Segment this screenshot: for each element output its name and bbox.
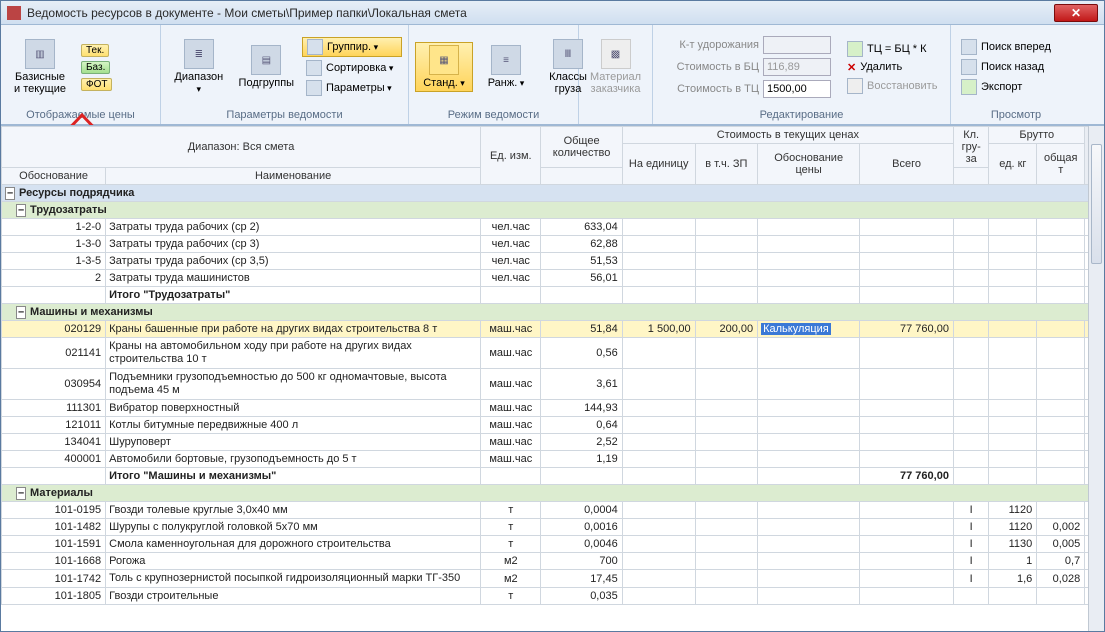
hdr-klg[interactable]: Кл. гру-за (953, 127, 988, 168)
table-row[interactable]: −Материалы (2, 485, 1104, 502)
std-mode-button[interactable]: ▦Станд. (415, 42, 473, 92)
app-icon (7, 6, 21, 20)
hdr-just[interactable]: Обоснование (2, 168, 106, 185)
table-row[interactable]: 020129Краны башенные при работе на други… (2, 321, 1104, 338)
prices-baz-button[interactable]: Баз. (77, 60, 117, 75)
cost-tc-input[interactable] (763, 80, 831, 98)
table-row[interactable]: 2Затраты труда машинистовчел.час56,01 (2, 270, 1104, 287)
table-row[interactable]: Итого "Машины и механизмы"77 760,00 (2, 468, 1104, 485)
group-label-edit: Редактирование (659, 107, 944, 124)
kfield: К-т удорожания (659, 36, 831, 54)
k-mult-input[interactable] (763, 36, 831, 54)
customer-material-button[interactable]: ▩Материал заказчика (585, 36, 646, 98)
prices-basis-current-button[interactable]: ▥Базисные и текущие (7, 36, 73, 98)
table-row[interactable]: 1-3-0Затраты труда рабочих (ср 3)чел.час… (2, 236, 1104, 253)
range-button[interactable]: ≣Диапазон (167, 36, 231, 98)
delete-button[interactable]: ✕Удалить (843, 60, 941, 75)
table-row[interactable]: 101-1482Шурупы с полукруглой головкой 5х… (2, 519, 1104, 536)
restore-button[interactable]: Восстановить (843, 77, 941, 95)
window-title: Ведомость ресурсов в документе - Мои сме… (27, 6, 467, 20)
table-row[interactable]: 1-2-0Затраты труда рабочих (ср 2)чел.час… (2, 219, 1104, 236)
table-row[interactable]: 134041Шуруповертмаш.час2,52 (2, 434, 1104, 451)
group-label-mode: Режим ведомости (415, 107, 572, 124)
hdr-total[interactable]: Всего (860, 144, 954, 185)
table-row[interactable]: 400001Автомобили бортовые, грузоподъемно… (2, 451, 1104, 468)
data-grid[interactable]: Диапазон: Вся смета Ед. изм. Общее колич… (1, 125, 1104, 631)
table-row[interactable]: −Машины и механизмы (2, 304, 1104, 321)
group-label-params: Параметры ведомости (167, 107, 402, 124)
table-row[interactable]: 021141Краны на автомобильном ходу при ра… (2, 338, 1104, 369)
hdr-brutto: Брутто (989, 127, 1085, 144)
table-row[interactable]: −Ресурсы подрядчика (2, 185, 1104, 202)
table-row[interactable]: 101-0195Гвозди толевые круглые 3,0х40 мм… (2, 502, 1104, 519)
groupby-button[interactable]: Группир. (302, 37, 402, 57)
group-label-prices: Отображаемые цены (7, 107, 154, 124)
table-row[interactable]: −Трудозатраты (2, 202, 1104, 219)
hdr-zp[interactable]: в т.ч. ЗП (695, 144, 757, 185)
prices-tek-button[interactable]: Тек. (77, 43, 117, 58)
subgroups-button[interactable]: ▤Подгруппы (235, 42, 298, 92)
group-label-view: Просмотр (957, 107, 1075, 124)
hdr-okg[interactable]: общая т (1037, 144, 1085, 185)
prices-fot-button[interactable]: ФОТ (77, 77, 117, 92)
hdr-ekg[interactable]: ед. кг (989, 144, 1037, 185)
hdr-unitprice[interactable]: На единицу (622, 144, 695, 185)
table-row[interactable]: 101-1668Рогожам2700I10,7 (2, 553, 1104, 570)
search-back-button[interactable]: Поиск назад (957, 58, 1055, 76)
table-row[interactable]: 111301Вибратор поверхностныймаш.час144,9… (2, 400, 1104, 417)
hdr-range: Диапазон: Вся смета (2, 127, 481, 168)
params-button[interactable]: Параметры (302, 79, 402, 97)
ribbon: ▥Базисные и текущие Тек. Баз. ФОТ Отобра… (1, 25, 1104, 125)
table-row[interactable]: 1-3-5Затраты труда рабочих (ср 3,5)чел.ч… (2, 253, 1104, 270)
table-row[interactable]: 101-1805Гвозди строительныет0,035 (2, 588, 1104, 605)
table-row[interactable]: 101-1591Смола каменноугольная для дорожн… (2, 536, 1104, 553)
hdr-basis[interactable]: Обоснование цены (758, 144, 860, 185)
table-row[interactable]: 030954Подъемники грузоподъемностью до 50… (2, 369, 1104, 400)
hdr-name[interactable]: Наименование (106, 168, 481, 185)
hdr-tekprices: Стоимость в текущих ценах (622, 127, 953, 144)
range-mode-button[interactable]: ≡Ранж. (477, 42, 535, 92)
group-label-empty (585, 107, 646, 124)
sort-button[interactable]: Сортировка (302, 59, 402, 77)
search-forward-button[interactable]: Поиск вперед (957, 38, 1055, 56)
hdr-qty[interactable]: Общее количество (541, 127, 622, 168)
cost-bc-input[interactable] (763, 58, 831, 76)
window-titlebar: Ведомость ресурсов в документе - Мои сме… (1, 1, 1104, 25)
export-button[interactable]: Экспорт (957, 78, 1055, 96)
close-button[interactable]: ✕ (1054, 4, 1098, 22)
table-row[interactable]: Итого "Трудозатраты" (2, 287, 1104, 304)
table-row[interactable]: 101-1742Толь с крупнозернистой посыпкой … (2, 570, 1104, 588)
tc-formula-button[interactable]: ТЦ = БЦ * К (843, 40, 941, 58)
table-row[interactable]: 121011Котлы битумные передвижные 400 лма… (2, 417, 1104, 434)
vertical-scrollbar[interactable] (1088, 126, 1104, 631)
hdr-unit[interactable]: Ед. изм. (481, 127, 541, 185)
